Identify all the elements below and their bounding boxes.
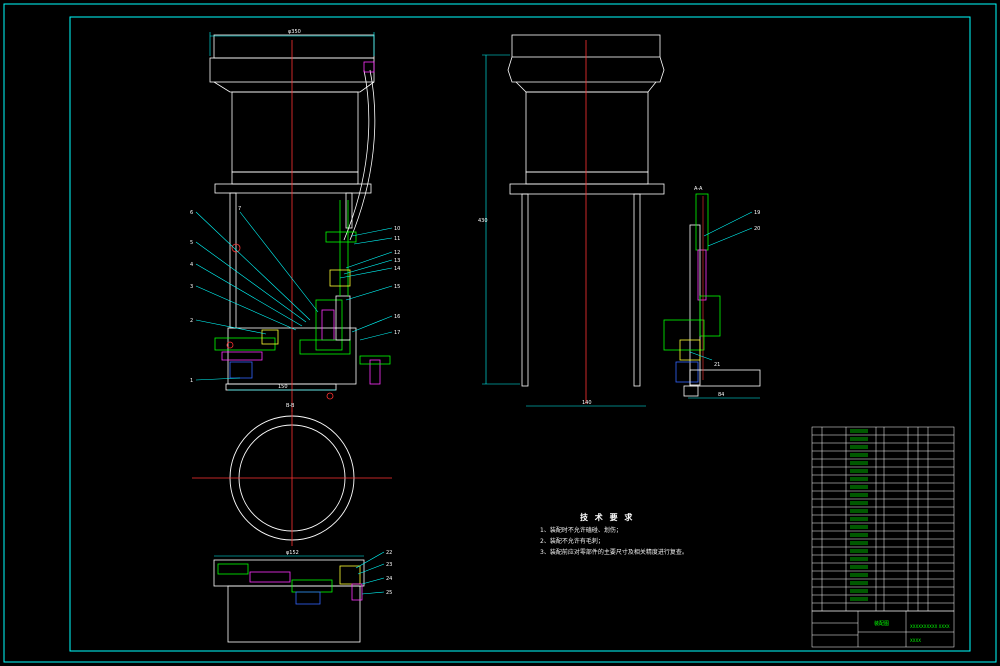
side-section-label: A-A: [694, 186, 703, 192]
front-leader-5: 5: [190, 240, 193, 246]
side-base-width-label: 140: [582, 400, 592, 406]
parts-row-text-mark: [850, 573, 868, 577]
parts-row-text-mark: [850, 557, 868, 561]
side-view: [507, 34, 761, 397]
right-leader-12: 12: [394, 250, 400, 256]
front-leader-2: 2: [190, 318, 193, 324]
title-block-school: XXXXXXXXXX XXXX: [910, 624, 950, 629]
parts-row-text-mark: [850, 493, 868, 497]
parts-row-text-mark: [850, 533, 868, 537]
technical-note-3: 3、装配前应对零部件的主要尺寸及相关精度进行复查。: [540, 549, 688, 556]
right-leader-16: 16: [394, 314, 400, 320]
drawing-frame: [69, 16, 971, 652]
parts-row-text-mark: [850, 597, 868, 601]
front-leader-6: 6: [190, 210, 193, 216]
parts-row-text-mark: [850, 581, 868, 585]
parts-list-table: [811, 426, 955, 612]
front-base-dim-label: 150: [278, 384, 288, 390]
title-block: [811, 610, 955, 648]
parts-row-text-mark: [850, 501, 868, 505]
parts-row-text-mark: [850, 469, 868, 473]
bottom-dim-label: φ152: [286, 550, 299, 556]
parts-row-text-mark: [850, 565, 868, 569]
front-leader-4: 4: [190, 262, 193, 268]
side-leader-21: 21: [714, 362, 720, 368]
bottom-section-view: [213, 559, 365, 643]
technical-notes: 技 术 要 求 1、装配时不允许磕碰、划伤； 2、装配不允许有毛刺； 3、装配前…: [540, 512, 780, 556]
right-leader-17: 17: [394, 330, 400, 336]
parts-row-text-mark: [850, 429, 868, 433]
parts-row-text-mark: [850, 437, 868, 441]
sheet-border: [3, 3, 997, 663]
parts-row-text-mark: [850, 509, 868, 513]
title-block-name: 装配图: [874, 620, 889, 627]
side-leader-20: 20: [754, 226, 760, 232]
right-leader-10: 10: [394, 226, 400, 232]
ring-section-label: B-B: [286, 403, 295, 409]
side-height-label: 430: [478, 218, 488, 224]
parts-row-text-mark: [850, 461, 868, 465]
right-leader-13: 13: [394, 258, 400, 264]
front-leader-lines: [195, 211, 319, 381]
side-leader-lines: [689, 211, 753, 361]
front-leader-3: 3: [190, 284, 193, 290]
technical-note-1: 1、装配时不允许磕碰、划伤；: [540, 527, 622, 534]
drawing-canvas: φ350 150 6 7 5 4 3 2 1 10 11 12 13 14 15…: [3, 3, 997, 663]
bottom-leader-24: 24: [386, 576, 392, 582]
parts-row-text-mark: [850, 485, 868, 489]
bottom-leader-23: 23: [386, 562, 392, 568]
side-leader-19: 19: [754, 210, 760, 216]
front-top-dim-label: φ350: [288, 29, 301, 35]
bottom-leader-25: 25: [386, 590, 392, 596]
parts-row-text-mark: [850, 477, 868, 481]
parts-row-text-mark: [850, 517, 868, 521]
side-dimensions: [482, 54, 760, 407]
bottom-leader-22: 22: [386, 550, 392, 556]
side-small-width-label: 84: [718, 392, 724, 398]
parts-row-text-mark: [850, 453, 868, 457]
technical-note-2: 2、装配不允许有毛刺；: [540, 538, 604, 545]
front-view: [209, 34, 391, 400]
title-block-code: XXXX: [910, 638, 921, 643]
right-leader-15: 15: [394, 284, 400, 290]
parts-row-text-mark: [850, 525, 868, 529]
parts-row-text-mark: [850, 445, 868, 449]
parts-row-text-mark: [850, 549, 868, 553]
parts-row-text-mark: [850, 541, 868, 545]
front-leader-1: 1: [190, 378, 193, 384]
parts-row-text-mark: [850, 589, 868, 593]
right-leader-11: 11: [394, 236, 400, 242]
technical-notes-title: 技 术 要 求: [580, 513, 635, 522]
right-leader-14: 14: [394, 266, 400, 272]
front-leader-7: 7: [238, 206, 241, 212]
